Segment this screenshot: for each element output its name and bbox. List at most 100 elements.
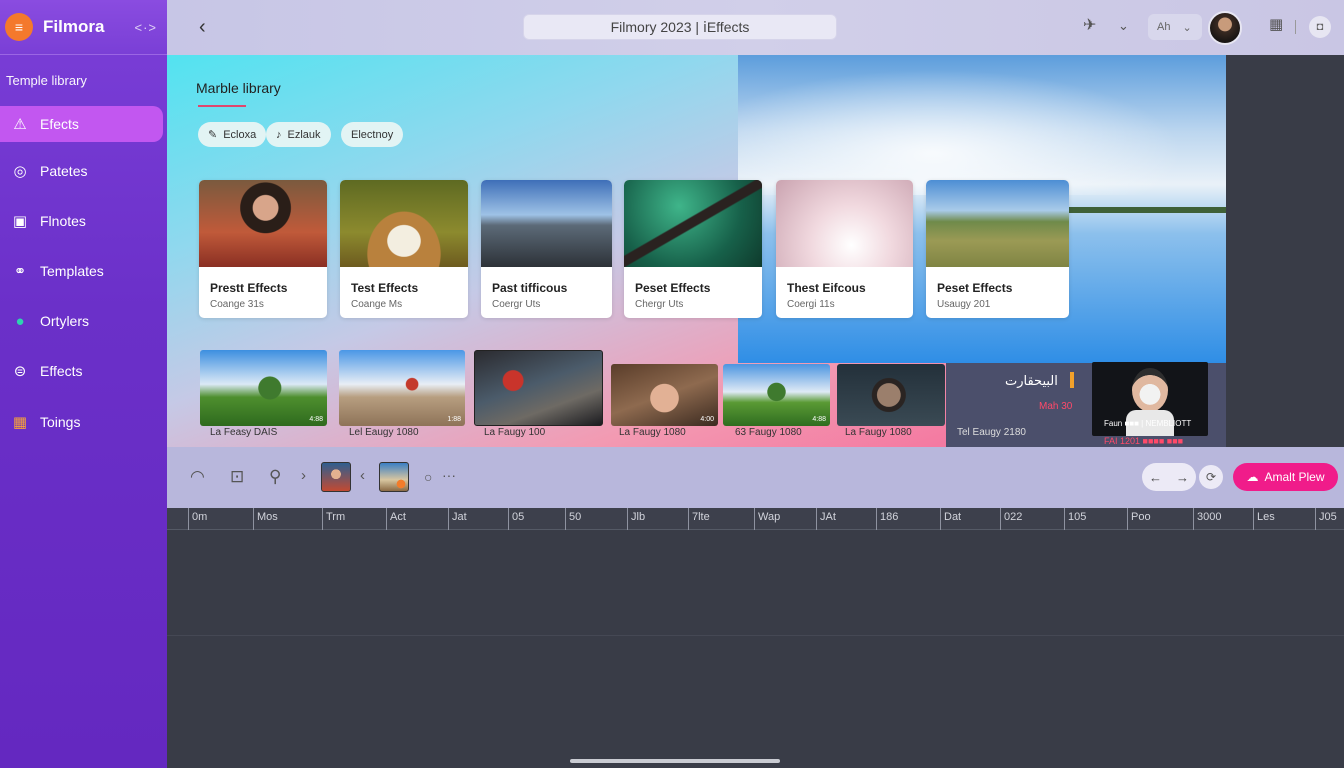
sidebar-item-label: Toings bbox=[40, 414, 81, 430]
clip-thumbnail: 4:00 bbox=[611, 364, 718, 426]
arrow-left-icon[interactable]: ← bbox=[1149, 470, 1162, 485]
clip-thumbnail: 1:88 bbox=[339, 350, 465, 426]
effect-card[interactable]: Peset Effects Usaugy 201 bbox=[926, 180, 1069, 318]
palette-icon: ◎ bbox=[13, 163, 27, 180]
chevron-down-icon: ⌄ bbox=[1182, 21, 1192, 34]
ruler-tick: 0m bbox=[188, 508, 207, 530]
clip-caption: La Faugy 1080 bbox=[619, 427, 686, 438]
music-note-icon: ♪ bbox=[276, 128, 282, 141]
project-title[interactable]: Filmory 2023 | ⅰEffects bbox=[523, 14, 837, 40]
image-icon: ▣ bbox=[12, 213, 28, 230]
ruler-tick: Dat bbox=[940, 508, 961, 530]
sidebar-item-efects[interactable]: ⚠ Efects bbox=[0, 106, 163, 142]
effect-card[interactable]: Thest Eifcous Coergi 11s bbox=[776, 180, 913, 318]
headphones-icon[interactable]: ◠ bbox=[190, 467, 205, 487]
sidebar-item-patetes[interactable]: ◎ Patetes bbox=[0, 153, 163, 189]
export-button[interactable]: ☁ Amalt Plew bbox=[1233, 463, 1338, 491]
card-thumbnail bbox=[340, 180, 468, 267]
right-panel bbox=[1226, 55, 1344, 447]
card-thumbnail bbox=[926, 180, 1069, 267]
card-thumbnail bbox=[199, 180, 327, 267]
back-button[interactable]: ‹ bbox=[199, 16, 206, 39]
strip-clip[interactable]: 4:88 La Feasy DAIS bbox=[200, 350, 327, 438]
clip-thumbnail bbox=[474, 350, 603, 426]
sidebar-item-flnotes[interactable]: ▣ Flnotes bbox=[0, 203, 163, 239]
sidebar-header: ≡ Filmora <·> bbox=[0, 0, 167, 55]
globe-icon: ● bbox=[15, 312, 25, 330]
ruler-tick: 3000 bbox=[1193, 508, 1221, 530]
card-title: Prestt Effects bbox=[210, 281, 288, 295]
card-subtitle: Coange Ms bbox=[351, 299, 403, 310]
avatar[interactable] bbox=[1208, 11, 1242, 45]
home-indicator[interactable] bbox=[570, 759, 780, 763]
collapse-sidebar-icon[interactable]: <·> bbox=[134, 20, 157, 35]
sidebar-item-toings[interactable]: ▦ Toings bbox=[0, 404, 163, 440]
ruler-tick: Act bbox=[386, 508, 406, 530]
ruler-tick: Poo bbox=[1127, 508, 1151, 530]
clip-thumbnail bbox=[837, 364, 945, 426]
clip-thumbnail: 4:88 bbox=[723, 364, 830, 426]
sidebar-item-templates[interactable]: ⚭ Templates bbox=[0, 253, 163, 289]
ruler-tick: Les bbox=[1253, 508, 1275, 530]
folder-icon[interactable]: ⊡ bbox=[230, 467, 244, 487]
effect-card[interactable]: Past tifficous Coergr Uts bbox=[481, 180, 612, 318]
clip-duration: 4:88 bbox=[309, 416, 323, 423]
timeline-ruler[interactable]: 0m Mos Trm Act Jat 05 50 Jlb 7lte Wap JA… bbox=[167, 508, 1344, 530]
promo-title: البيحقارت bbox=[1005, 373, 1058, 388]
divider bbox=[1295, 20, 1296, 34]
chevron-right-icon[interactable]: › bbox=[301, 467, 306, 484]
sync-button[interactable]: ⟳ bbox=[1199, 465, 1223, 489]
sparkle-tent-icon: ⚠ bbox=[13, 116, 27, 133]
card-subtitle: Chergr Uts bbox=[635, 299, 684, 310]
card-subtitle: Coange 31s bbox=[210, 299, 264, 310]
share-icon[interactable]: ✈ bbox=[1083, 15, 1096, 35]
filmora-logo-icon[interactable]: ≡ bbox=[5, 13, 33, 41]
pencil-icon: ✎ bbox=[208, 129, 218, 141]
grid-icon: ▦ bbox=[12, 414, 28, 431]
strip-clip[interactable]: 1:88 Lel Eaugy 1080 bbox=[339, 350, 465, 438]
strip-clip[interactable]: 4:88 63 Faugy 1080 bbox=[723, 364, 830, 438]
ruler-tick: 022 bbox=[1000, 508, 1022, 530]
clip-thumbnail[interactable] bbox=[379, 462, 409, 492]
circle-icon[interactable]: ○ bbox=[424, 469, 432, 485]
clip-duration: 1:88 bbox=[447, 416, 461, 423]
clip-duration: 4:88 bbox=[812, 416, 826, 423]
settings-round-icon[interactable]: ◘ bbox=[1309, 16, 1331, 38]
filter-chip[interactable]: ✎ Ecloxa bbox=[198, 122, 267, 147]
effect-card[interactable]: Prestt Effects Coange 31s bbox=[199, 180, 327, 318]
ruler-tick: J05 bbox=[1315, 508, 1337, 530]
strip-clip[interactable]: La Faugy 1080 bbox=[837, 364, 945, 438]
ruler-tick: Jlb bbox=[627, 508, 645, 530]
card-thumbnail bbox=[776, 180, 913, 267]
ruler-tick: Mos bbox=[253, 508, 278, 530]
sidebar-item-effects[interactable]: ⊜ Effects bbox=[0, 353, 163, 389]
clip-thumbnail[interactable] bbox=[321, 462, 351, 492]
filter-chip[interactable]: ♪ Ezlauk bbox=[266, 122, 331, 147]
arrow-right-icon[interactable]: → bbox=[1176, 470, 1189, 485]
sidebar-item-ortylers[interactable]: ● Ortylers bbox=[0, 303, 163, 339]
sidebar-section-label: Temple library bbox=[6, 73, 87, 88]
language-label: Ah bbox=[1157, 21, 1171, 33]
language-selector[interactable]: Ah ⌄ bbox=[1148, 14, 1202, 40]
timeline-toolbar: ◠ ⊡ ⚲ › ‹ ○ ··· ← → ⟳ ☁ Amalt Plew bbox=[167, 447, 1344, 508]
strip-clip[interactable]: La Faugy 100 bbox=[474, 350, 603, 438]
card-thumbnail bbox=[624, 180, 762, 267]
ruler-tick: 7lte bbox=[688, 508, 710, 530]
sidebar-item-label: Patetes bbox=[40, 163, 88, 179]
timeline-tracks[interactable] bbox=[167, 531, 1344, 768]
search-icon[interactable]: ⚲ bbox=[269, 467, 281, 487]
more-icon[interactable]: ··· bbox=[442, 467, 456, 483]
chevron-left-icon[interactable]: ‹ bbox=[360, 467, 365, 484]
ruler-tick: 186 bbox=[876, 508, 898, 530]
chevron-down-icon[interactable]: ⌄ bbox=[1118, 18, 1129, 34]
grid-view-icon[interactable]: ▦ bbox=[1269, 15, 1283, 33]
effect-card[interactable]: Test Effects Coange Ms bbox=[340, 180, 468, 318]
cloud-icon: ☁ bbox=[1246, 470, 1259, 484]
chip-label: Ecloxa bbox=[223, 128, 257, 141]
link-icon: ⚭ bbox=[13, 263, 27, 280]
effect-card[interactable]: Peset Effects Chergr Uts bbox=[624, 180, 762, 318]
strip-clip[interactable]: 4:00 La Faugy 1080 bbox=[611, 364, 718, 438]
card-title: Past tifficous bbox=[492, 281, 568, 295]
ruler-tick: 105 bbox=[1064, 508, 1086, 530]
filter-chip[interactable]: Electnoy bbox=[341, 122, 404, 147]
